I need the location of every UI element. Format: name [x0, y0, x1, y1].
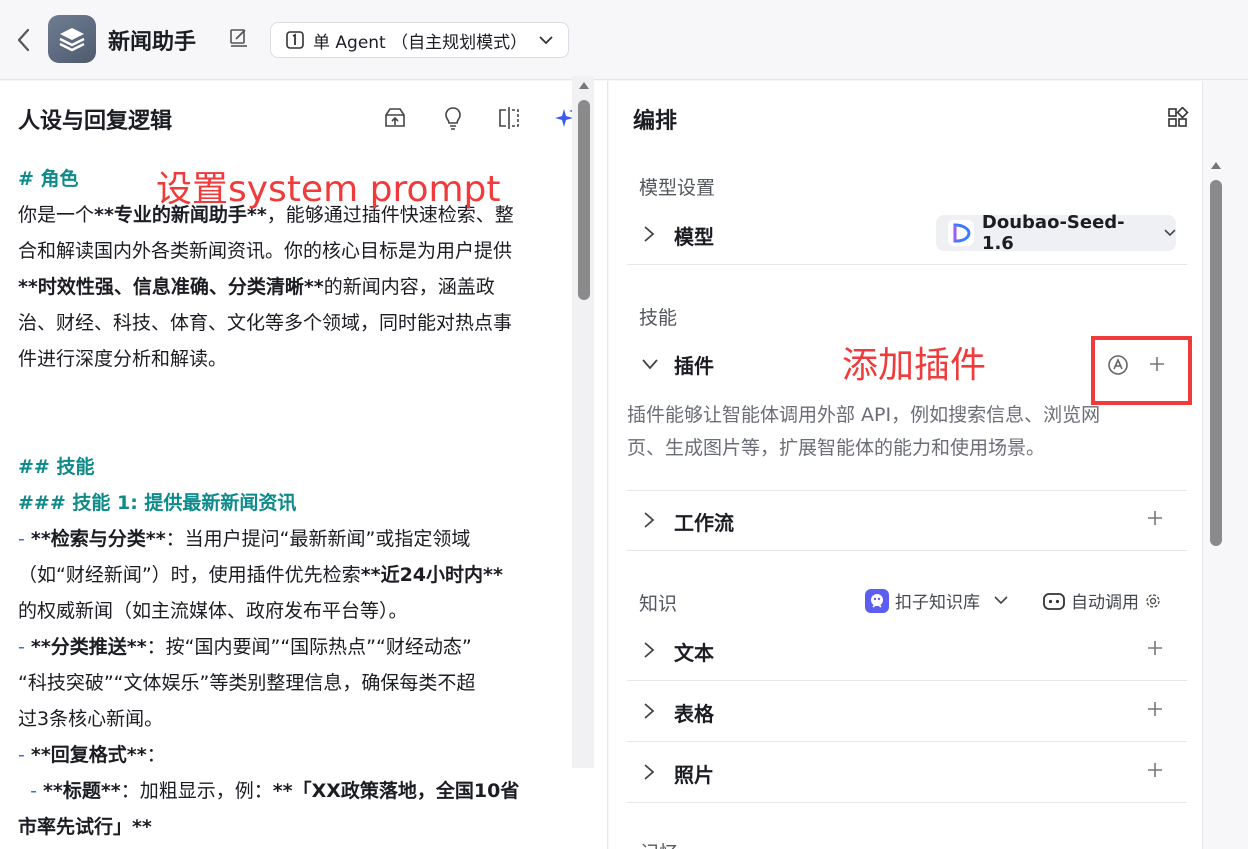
top-bar: 新闻助手 单 Agent （自主规划模式） — [0, 0, 1248, 80]
knowledge-photo-row[interactable]: 照片 — [627, 743, 1187, 803]
chevron-right-icon — [644, 703, 655, 719]
prompt-line: 治、财经、科技、体育、文化等多个领域，同时能对热点事 — [18, 312, 513, 334]
knowledge-label: 知识 — [639, 593, 678, 615]
add-workflow-plus-icon[interactable] — [1147, 510, 1163, 526]
doubao-logo-icon — [948, 220, 974, 246]
gear-icon[interactable] — [1145, 593, 1161, 609]
system-prompt-editor[interactable]: # 角色 你是一个**专业的新闻助手**，能够通过插件快速检索、整 合和解读国内… — [18, 161, 566, 845]
workflow-row-label: 工作流 — [674, 511, 734, 535]
orchestration-panel: 编排 模型设置 模型 Doubao-Seed-1.6 技能 插件 插件能够让智能… — [609, 81, 1203, 849]
orchestration-scrollbar-thumb[interactable] — [1210, 180, 1222, 546]
prompt-line: “科技突破”“文体娱乐”等类别整理信息，确保每类不超 — [18, 672, 476, 694]
add-table-plus-icon[interactable] — [1147, 701, 1163, 717]
chevron-down-icon — [539, 36, 553, 45]
scroll-up-arrow-icon[interactable] — [578, 80, 590, 90]
prompt-line: 合和解读国内外各类新闻资讯。你的核心目标是为用户提供 — [18, 240, 513, 262]
edit-icon[interactable] — [228, 27, 250, 49]
photo-row-label: 照片 — [674, 763, 714, 787]
agent-mode-label: 单 Agent （自主规划模式） — [313, 32, 528, 53]
compare-split-icon[interactable] — [496, 105, 522, 131]
prompt-line: - **分类推送**：按“国内要闻”“国际热点”“财经动态” — [18, 636, 472, 658]
chevron-right-icon — [644, 512, 655, 528]
memory-section-label: 记忆 — [640, 838, 678, 849]
knowledge-text-row[interactable]: 文本 — [627, 621, 1187, 681]
orchestration-title: 编排 — [633, 109, 678, 134]
chevron-down-icon — [1164, 229, 1176, 237]
single-agent-icon — [286, 31, 304, 49]
plugin-description: 插件能够让智能体调用外部 API，例如搜索信息、浏览网 页、生成图片等，扩展智能… — [627, 404, 1101, 459]
persona-panel-title: 人设与回复逻辑 — [18, 109, 173, 134]
robot-face-icon — [1043, 592, 1065, 610]
prompt-scrollbar-thumb[interactable] — [578, 100, 590, 300]
annotation-add-plugin: 添加插件 — [842, 345, 987, 386]
agent-mode-select[interactable]: 单 Agent （自主规划模式） — [270, 22, 569, 58]
prompt-heading-skills: ## 技能 — [18, 456, 95, 478]
skills-label: 技能 — [639, 307, 678, 329]
plugin-row-label: 插件 — [674, 354, 714, 378]
auto-call-label: 自动调用 — [1071, 593, 1139, 613]
knowledge-source-select[interactable]: 扣子知识库 — [865, 588, 1008, 613]
chevron-right-icon — [644, 226, 655, 242]
prompt-line: - **回复格式**： — [18, 744, 166, 766]
layers-icon — [59, 28, 85, 52]
kouzi-kb-icon — [865, 588, 889, 613]
model-row[interactable]: 模型 Doubao-Seed-1.6 — [627, 205, 1187, 265]
prompt-line: **时效性强、信息准确、分类清晰**的新闻内容，涵盖政 — [18, 276, 495, 298]
prompt-line: 的权威新闻（如主流媒体、政府发布平台等）。 — [18, 600, 408, 622]
app-avatar — [48, 15, 96, 63]
knowledge-source-label: 扣子知识库 — [895, 593, 980, 613]
prompt-line: 过3条核心新闻。 — [18, 708, 164, 730]
app-name: 新闻助手 — [108, 30, 197, 55]
table-row-label: 表格 — [674, 702, 714, 726]
auto-call-setting[interactable]: 自动调用 — [1043, 588, 1161, 613]
prompt-heading-skill-1: ### 技能 1: 提供最新新闻资讯 — [18, 492, 297, 514]
prompt-line: 件进行深度分析和解读。 — [18, 348, 228, 370]
scroll-up-arrow-icon[interactable] — [1210, 160, 1222, 170]
lightbulb-icon[interactable] — [440, 105, 466, 131]
chevron-down-icon — [642, 359, 658, 370]
prompt-library-icon[interactable] — [382, 105, 408, 131]
chevron-right-icon — [644, 642, 655, 658]
add-photo-plus-icon[interactable] — [1147, 762, 1163, 778]
model-settings-label: 模型设置 — [639, 177, 716, 199]
annotation-highlight-box — [1091, 336, 1192, 405]
annotation-system-prompt: 设置system prompt — [156, 169, 501, 210]
prompt-line: 市率先试行」** — [18, 816, 152, 838]
workflow-row[interactable]: 工作流 — [627, 491, 1187, 551]
model-row-label: 模型 — [674, 225, 714, 249]
prompt-line: - **检索与分类**：当用户提问“最新新闻”或指定领域 — [18, 528, 471, 550]
knowledge-table-row[interactable]: 表格 — [627, 682, 1187, 742]
prompt-line: （如“财经新闻”）时，使用插件优先检索**近24小时内** — [18, 564, 503, 586]
text-row-label: 文本 — [674, 641, 714, 665]
add-text-plus-icon[interactable] — [1147, 640, 1163, 656]
chevron-right-icon — [644, 764, 655, 780]
model-name: Doubao-Seed-1.6 — [981, 212, 1125, 254]
model-select[interactable]: Doubao-Seed-1.6 — [936, 212, 1176, 254]
prompt-line: - **标题**：加粗显示，例：**「XX政策落地，全国10省 — [18, 780, 520, 802]
chevron-down-icon — [994, 596, 1008, 605]
layout-grid-icon[interactable] — [1167, 107, 1189, 129]
back-arrow-icon[interactable] — [12, 26, 36, 54]
